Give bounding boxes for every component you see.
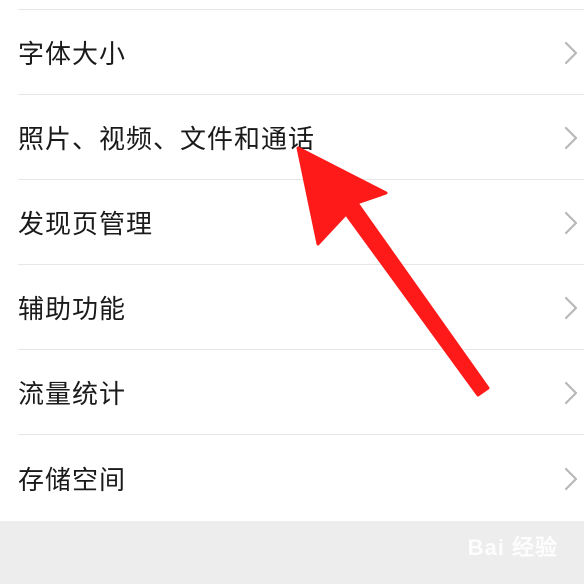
settings-item-data-usage[interactable]: 流量统计: [0, 350, 584, 435]
settings-item-label: 存储空间: [18, 466, 127, 496]
settings-item-label: 照片、视频、文件和通话: [18, 125, 316, 155]
settings-item-storage[interactable]: 存储空间: [0, 436, 584, 521]
chevron-right-icon: [564, 126, 578, 149]
settings-screen: 字体大小 照片、视频、文件和通话 发现页管理 辅助功能 流量统计 存储空间 Ba…: [0, 0, 584, 584]
settings-item-label: 发现页管理: [18, 210, 154, 240]
settings-item-accessibility[interactable]: 辅助功能: [0, 265, 584, 350]
settings-item-font-size[interactable]: 字体大小: [0, 10, 584, 95]
settings-list: 字体大小 照片、视频、文件和通话 发现页管理 辅助功能 流量统计 存储空间: [0, 0, 584, 521]
settings-item-discover-page[interactable]: 发现页管理: [0, 180, 584, 265]
settings-item-label: 辅助功能: [18, 295, 127, 325]
settings-item-label: 字体大小: [18, 40, 127, 70]
chevron-right-icon: [564, 467, 578, 490]
chevron-right-icon: [564, 296, 578, 319]
settings-item-label: 流量统计: [18, 380, 127, 410]
chevron-right-icon: [564, 41, 578, 64]
chevron-right-icon: [564, 381, 578, 404]
settings-item-media-files-calls[interactable]: 照片、视频、文件和通话: [0, 95, 584, 180]
chevron-right-icon: [564, 211, 578, 234]
watermark: Bai 经验: [467, 535, 558, 560]
